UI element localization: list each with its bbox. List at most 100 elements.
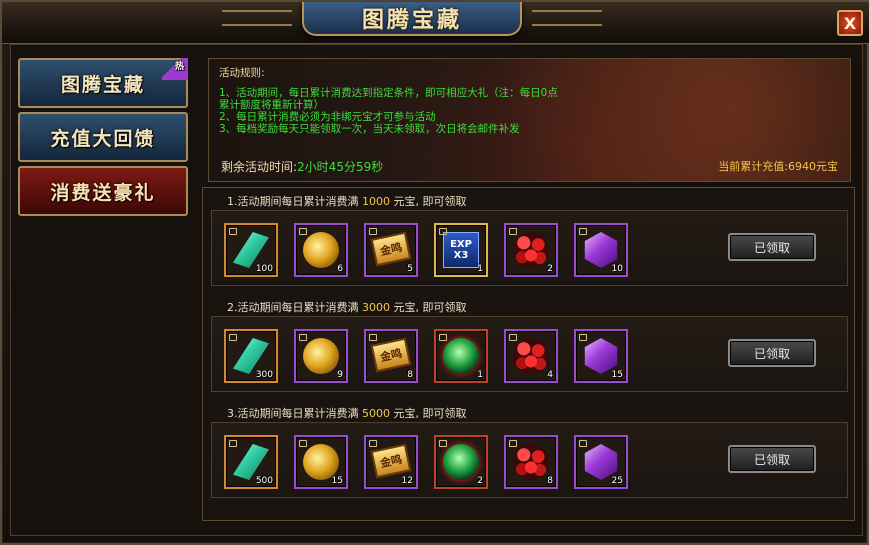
reward-tier: 2.活动期间每日累计消费满 3000 元宝, 即可领取 300 9 金鸣 8 1… bbox=[211, 296, 848, 392]
reward-slot[interactable]: 8 bbox=[504, 435, 558, 489]
sidebar-item-recharge-reward[interactable]: 充值大回馈 bbox=[18, 112, 188, 162]
gold-token-icon: 金鸣 bbox=[370, 337, 412, 373]
sidebar-item-totem-treasure[interactable]: 图腾宝藏 热 bbox=[18, 58, 188, 108]
bound-lock-icon bbox=[299, 334, 307, 341]
item-count: 300 bbox=[255, 370, 273, 380]
item-count: 25 bbox=[611, 476, 623, 486]
hot-badge: 热 bbox=[162, 58, 188, 80]
tier-suffix: 元宝, 即可领取 bbox=[393, 195, 467, 208]
tier-amount: 5000 bbox=[362, 407, 390, 420]
tier-suffix: 元宝, 即可领取 bbox=[393, 407, 467, 420]
rules-line: 3、每档奖励每天只能领取一次，当天未领取，次日将会邮件补发 bbox=[219, 123, 520, 135]
bound-lock-icon bbox=[299, 440, 307, 447]
tier-amount: 3000 bbox=[362, 301, 390, 314]
gold-ingot-icon bbox=[303, 232, 339, 268]
rules-panel: 活动规则: 1、活动期间，每日累计消费达到指定条件，即可相应大礼（注：每日0点 … bbox=[208, 58, 851, 182]
rules-line: 累计额度将重新计算） bbox=[219, 99, 324, 111]
item-count: 8 bbox=[407, 370, 413, 380]
gold-ingot-icon bbox=[303, 338, 339, 374]
purple-gem-icon bbox=[584, 444, 618, 480]
reward-slot[interactable]: 金鸣 12 bbox=[364, 435, 418, 489]
gold-ingot-icon bbox=[303, 444, 339, 480]
green-orb-icon bbox=[443, 338, 479, 374]
item-count: 8 bbox=[547, 476, 553, 486]
item-count: 2 bbox=[477, 476, 483, 486]
item-count: 12 bbox=[401, 476, 413, 486]
reward-slot[interactable]: 9 bbox=[294, 329, 348, 383]
event-window: 图腾宝藏 X 图腾宝藏 热 充值大回馈 消费送豪礼 活动规则: 1、活动期间，每… bbox=[0, 0, 869, 545]
rules-line: 1、活动期间，每日累计消费达到指定条件，即可相应大礼（注：每日0点 bbox=[219, 87, 558, 99]
bound-lock-icon bbox=[509, 440, 517, 447]
window-title: 图腾宝藏 bbox=[361, 7, 462, 33]
item-count: 15 bbox=[331, 476, 343, 486]
bound-lock-icon bbox=[229, 228, 237, 235]
bound-lock-icon bbox=[229, 440, 237, 447]
reward-slot[interactable]: 金鸣 8 bbox=[364, 329, 418, 383]
item-count: 1 bbox=[477, 370, 483, 380]
bound-lock-icon bbox=[229, 334, 237, 341]
rose-bouquet-icon bbox=[513, 444, 549, 480]
tier-amount: 1000 bbox=[362, 195, 390, 208]
total-recharge: 当前累计充值:6940元宝 bbox=[718, 160, 838, 173]
rules-heading: 活动规则: bbox=[219, 67, 265, 79]
reward-slot[interactable]: 6 bbox=[294, 223, 348, 277]
item-count: 500 bbox=[255, 476, 273, 486]
sidebar-item-label: 图腾宝藏 bbox=[60, 73, 145, 96]
bound-lock-icon bbox=[579, 334, 587, 341]
gold-token-icon: 金鸣 bbox=[370, 231, 412, 267]
reward-slot[interactable]: 金鸣 5 bbox=[364, 223, 418, 277]
reward-tiers: 1.活动期间每日累计消费满 1000 元宝, 即可领取 100 6 金鸣 5 E… bbox=[202, 187, 855, 521]
item-count: 2 bbox=[547, 264, 553, 274]
reward-slot[interactable]: 10 bbox=[574, 223, 628, 277]
item-count: 5 bbox=[407, 264, 413, 274]
reward-slot[interactable]: 25 bbox=[574, 435, 628, 489]
crystal-icon bbox=[233, 444, 269, 480]
reward-slot[interactable]: 1 bbox=[434, 329, 488, 383]
bound-lock-icon bbox=[369, 228, 377, 235]
reward-slot[interactable]: 15 bbox=[574, 329, 628, 383]
claim-button[interactable]: 已领取 bbox=[728, 339, 816, 367]
bound-lock-icon bbox=[439, 440, 447, 447]
reward-slot[interactable]: 4 bbox=[504, 329, 558, 383]
item-count: 1 bbox=[477, 264, 483, 274]
exp-label: EXP bbox=[450, 239, 472, 250]
tier-condition: 2.活动期间每日累计消费满 3000 元宝, 即可领取 bbox=[211, 296, 848, 316]
remaining-time-value: 2小时45分59秒 bbox=[297, 160, 384, 174]
reward-slot[interactable]: 15 bbox=[294, 435, 348, 489]
reward-slot[interactable]: 500 bbox=[224, 435, 278, 489]
tier-reward-row: 100 6 金鸣 5 EXP X3 1 2 10 已领取 bbox=[211, 210, 848, 286]
reward-slot[interactable]: 2 bbox=[504, 223, 558, 277]
item-count: 15 bbox=[611, 370, 623, 380]
bound-lock-icon bbox=[439, 334, 447, 341]
bound-lock-icon bbox=[369, 440, 377, 447]
claim-button[interactable]: 已领取 bbox=[728, 445, 816, 473]
item-count: 100 bbox=[255, 264, 273, 274]
close-button[interactable]: X bbox=[837, 10, 863, 36]
tier-condition: 3.活动期间每日累计消费满 5000 元宝, 即可领取 bbox=[211, 402, 848, 422]
rules-line: 2、每日累计消费必须为非绑元宝才可参与活动 bbox=[219, 111, 436, 123]
purple-gem-icon bbox=[584, 338, 618, 374]
crystal-icon bbox=[233, 338, 269, 374]
bound-lock-icon bbox=[369, 334, 377, 341]
item-count: 6 bbox=[337, 264, 343, 274]
reward-slot[interactable]: EXP X3 1 bbox=[434, 223, 488, 277]
exp-multiplier: X3 bbox=[453, 250, 469, 261]
tier-prefix: 1.活动期间每日累计消费满 bbox=[227, 195, 359, 208]
tier-reward-row: 500 15 金鸣 12 2 8 25 已领取 bbox=[211, 422, 848, 498]
title-bar: 图腾宝藏 X bbox=[2, 2, 869, 44]
claim-button[interactable]: 已领取 bbox=[728, 233, 816, 261]
purple-gem-icon bbox=[584, 232, 618, 268]
item-count: 4 bbox=[547, 370, 553, 380]
tier-suffix: 元宝, 即可领取 bbox=[393, 301, 467, 314]
reward-slot[interactable]: 2 bbox=[434, 435, 488, 489]
tier-prefix: 3.活动期间每日累计消费满 bbox=[227, 407, 359, 420]
reward-slot[interactable]: 100 bbox=[224, 223, 278, 277]
bound-lock-icon bbox=[439, 228, 447, 235]
rose-bouquet-icon bbox=[513, 338, 549, 374]
sidebar-item-spend-gift[interactable]: 消费送豪礼 bbox=[18, 166, 188, 216]
reward-slot[interactable]: 300 bbox=[224, 329, 278, 383]
gold-token-icon: 金鸣 bbox=[370, 443, 412, 479]
bound-lock-icon bbox=[509, 334, 517, 341]
bound-lock-icon bbox=[509, 228, 517, 235]
sidebar-item-label: 消费送豪礼 bbox=[50, 181, 156, 204]
